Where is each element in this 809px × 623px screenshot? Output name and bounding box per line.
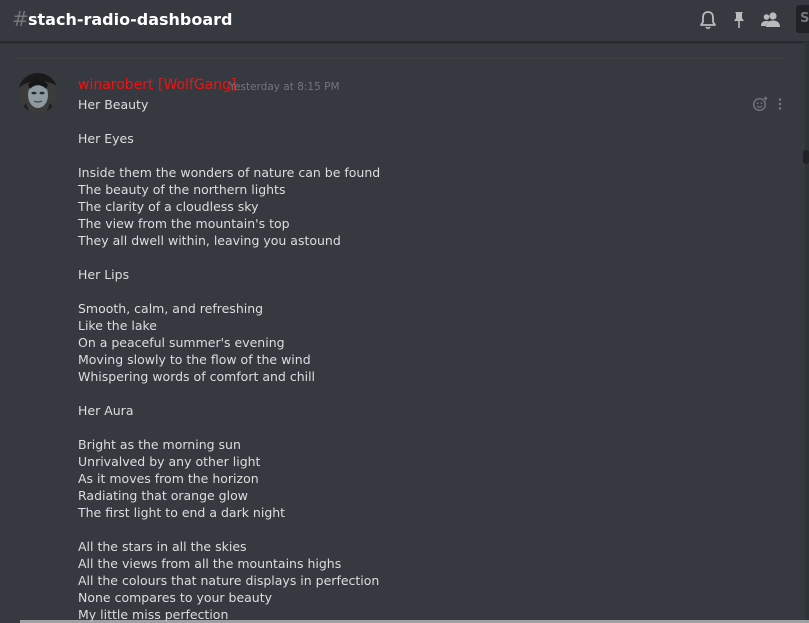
message-line: Radiating that orange glow bbox=[78, 488, 248, 503]
more-options-icon[interactable] bbox=[775, 96, 785, 112]
message-line: None compares to your beauty bbox=[78, 590, 273, 605]
message-username[interactable]: winarobert [WolfGang] bbox=[78, 76, 237, 94]
message-line: Her Aura bbox=[78, 403, 134, 418]
message-timestamp: Yesterday at 8:15 PM bbox=[229, 81, 340, 93]
channel-hash-icon: # bbox=[12, 7, 29, 31]
message-line: Her Lips bbox=[78, 267, 130, 282]
bell-icon[interactable] bbox=[697, 9, 719, 31]
message-line: As it moves from the horizon bbox=[78, 471, 259, 486]
message-line: All the stars in all the skies bbox=[78, 539, 247, 554]
message-line: The first light to end a dark night bbox=[78, 505, 286, 520]
scrollbar-thumb[interactable] bbox=[803, 150, 809, 164]
message-line: The clarity of a cloudless sky bbox=[78, 199, 259, 214]
avatar[interactable] bbox=[18, 73, 58, 113]
message-line: Inside them the wonders of nature can be… bbox=[78, 165, 381, 180]
message-line: All the views from all the mountains hig… bbox=[78, 556, 342, 571]
message-divider bbox=[16, 58, 783, 59]
message-line: Like the lake bbox=[78, 318, 157, 333]
message-line: Her Eyes bbox=[78, 131, 134, 146]
message-line: The view from the mountain's top bbox=[78, 216, 290, 231]
message-line: All the colours that nature displays in … bbox=[78, 573, 380, 588]
message-content: Her Beauty Her Eyes Inside them the wonder… bbox=[78, 96, 758, 623]
message-line: Unrivalved by any other light bbox=[78, 454, 261, 469]
message-line: Her Beauty bbox=[78, 97, 149, 112]
message-line: Smooth, calm, and refreshing bbox=[78, 301, 264, 316]
message-line: They all dwell within, leaving you astou… bbox=[78, 233, 341, 248]
search-input[interactable]: S bbox=[796, 5, 809, 33]
message-line: Moving slowly to the flow of the wind bbox=[78, 352, 311, 367]
message-line: Whispering words of comfort and chill bbox=[78, 369, 316, 384]
members-icon[interactable] bbox=[759, 9, 781, 31]
scrollbar-track[interactable] bbox=[805, 42, 809, 623]
message-line: The beauty of the northern lights bbox=[78, 182, 286, 197]
message-line: On a peaceful summer's evening bbox=[78, 335, 285, 350]
message-line: Bright as the morning sun bbox=[78, 437, 241, 452]
channel-header: # stach-radio-dashboard S bbox=[0, 0, 809, 42]
pin-icon[interactable] bbox=[728, 9, 750, 31]
channel-name: stach-radio-dashboard bbox=[28, 10, 233, 29]
